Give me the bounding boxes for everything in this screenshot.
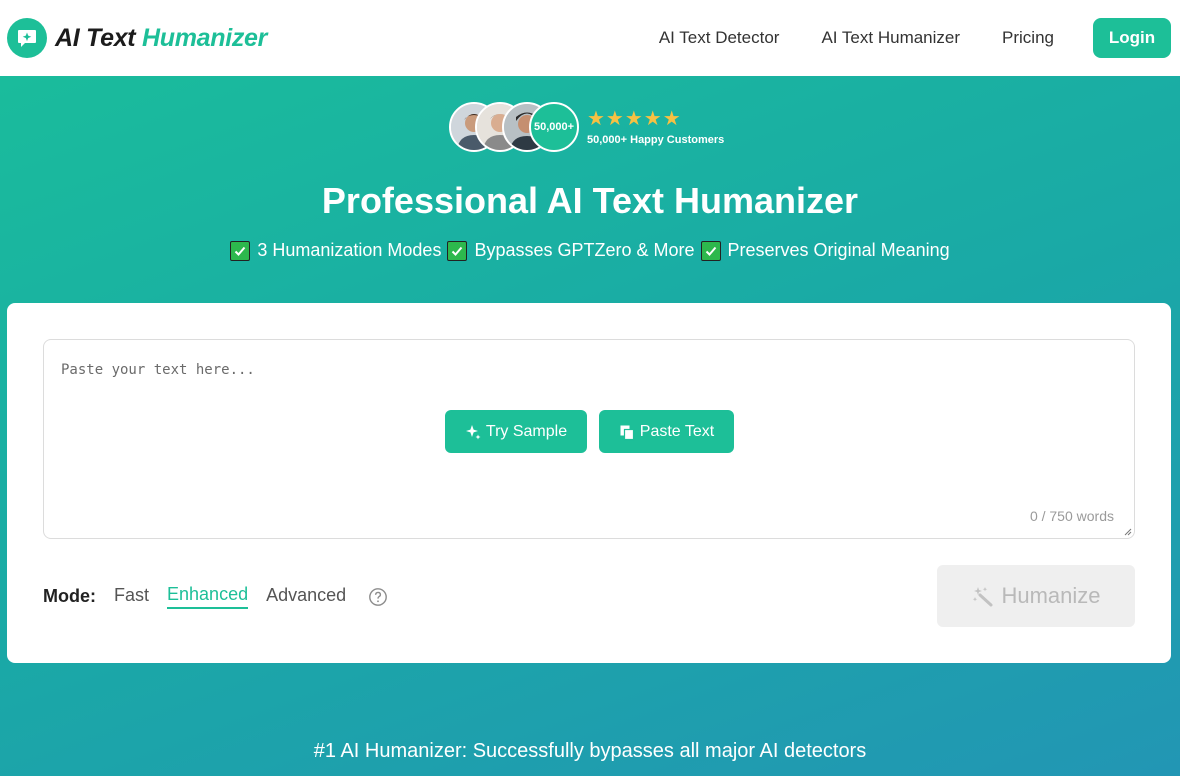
feature-label: 3 Humanization Modes — [257, 240, 442, 260]
nav-link-ai-text-detector[interactable]: AI Text Detector — [659, 28, 780, 48]
brand-logo[interactable]: AI Text Humanizer — [7, 18, 267, 58]
input-helper-buttons: Try Sample Paste Text — [44, 410, 1134, 453]
mode-option-fast[interactable]: Fast — [114, 585, 149, 608]
try-sample-button[interactable]: Try Sample — [444, 410, 587, 453]
nav-link-pricing[interactable]: Pricing — [1002, 28, 1054, 48]
copy-icon — [620, 425, 634, 440]
login-button[interactable]: Login — [1093, 18, 1171, 58]
feature-item: Bypasses GPTZero & More — [447, 240, 695, 261]
brand-name: AI Text Humanizer — [55, 24, 267, 53]
brand-name-part1: AI Text — [55, 23, 136, 52]
feature-item: 3 Humanization Modes — [230, 240, 441, 261]
mode-option-advanced[interactable]: Advanced — [266, 585, 346, 608]
happy-customers-text: 50,000+ Happy Customers — [587, 133, 725, 146]
mode-label: Mode: — [43, 586, 96, 606]
resize-handle-icon[interactable] — [1122, 526, 1132, 536]
social-proof: 50,000+ ★★★★★ 50,000+ Happy Customers — [449, 102, 724, 152]
hero-section: 50,000+ ★★★★★ 50,000+ Happy Customers Pr… — [0, 76, 1180, 776]
nav-links: AI Text Detector AI Text Humanizer Prici… — [659, 0, 1171, 76]
feature-label: Bypasses GPTZero & More — [474, 240, 695, 260]
humanize-label: Humanize — [1001, 583, 1101, 608]
tagline: #1 AI Humanizer: Successfully bypasses a… — [313, 740, 867, 762]
feature-item: Preserves Original Meaning — [700, 240, 950, 261]
mode-selector: Mode: Fast Enhanced Advanced — [43, 584, 388, 609]
word-count: 0 / 750 words — [1029, 508, 1114, 524]
mode-option-enhanced[interactable]: Enhanced — [167, 584, 249, 609]
check-icon — [700, 240, 721, 261]
magic-wand-icon — [973, 587, 993, 607]
nav-link-ai-text-humanizer[interactable]: AI Text Humanizer — [821, 28, 960, 48]
humanize-button[interactable]: Humanize — [937, 565, 1135, 627]
paste-text-button[interactable]: Paste Text — [598, 410, 734, 453]
text-input-area: Try Sample Paste Text 0 / 750 words — [43, 339, 1135, 539]
feature-label: Preserves Original Meaning — [727, 240, 950, 260]
humanizer-card: Try Sample Paste Text 0 / 750 words Mode… — [7, 303, 1171, 663]
help-icon[interactable] — [368, 587, 388, 607]
paste-text-label: Paste Text — [639, 422, 715, 440]
check-icon — [447, 240, 468, 261]
brand-name-part2: Humanizer — [141, 23, 268, 52]
page-title: Professional AI Text Humanizer — [321, 180, 859, 221]
check-icon — [230, 240, 251, 261]
try-sample-label: Try Sample — [485, 422, 568, 440]
top-navbar: AI Text Humanizer AI Text Detector AI Te… — [0, 0, 1180, 76]
customer-count-badge: 50,000+ — [529, 102, 579, 152]
feature-list: 3 Humanization Modes Bypasses GPTZero & … — [0, 240, 1180, 261]
sparkle-icon — [465, 424, 481, 439]
rating-block: ★★★★★ 50,000+ Happy Customers — [587, 109, 724, 146]
customer-avatars: 50,000+ — [449, 102, 579, 152]
chat-sparkle-icon — [7, 18, 47, 58]
star-rating-icon: ★★★★★ — [587, 107, 682, 130]
